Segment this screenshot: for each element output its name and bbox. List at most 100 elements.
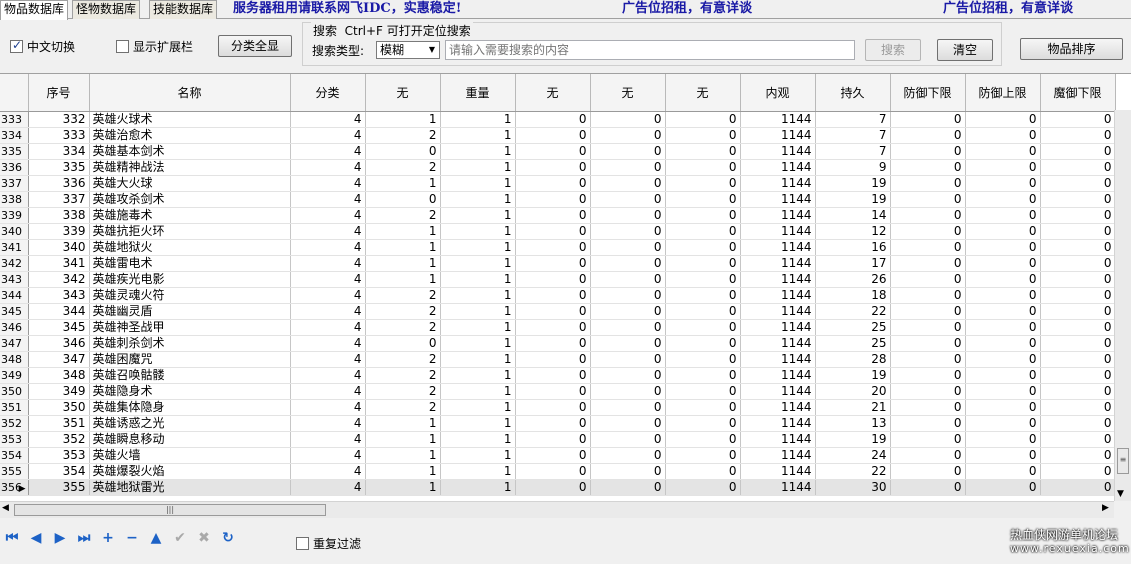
table-cell[interactable]: 0 <box>515 367 591 384</box>
table-cell[interactable]: 1 <box>440 447 516 464</box>
table-cell[interactable]: 1 <box>440 159 516 176</box>
table-cell[interactable]: 0 <box>665 111 741 128</box>
vertical-scrollbar[interactable]: ≡ ▼ <box>1114 110 1131 501</box>
table-cell[interactable]: 4 <box>290 191 366 208</box>
table-cell[interactable]: 4 <box>290 223 366 240</box>
row-indicator[interactable]: 353 <box>0 431 29 448</box>
cancel-icon[interactable]: ✖ <box>192 527 216 549</box>
table-cell[interactable]: 4 <box>290 303 366 320</box>
table-cell[interactable]: 0 <box>590 479 666 496</box>
table-cell[interactable]: 339 <box>28 223 90 240</box>
column-header[interactable]: 重量 <box>440 74 516 112</box>
table-cell[interactable]: 1 <box>440 143 516 160</box>
table-cell[interactable]: 347 <box>28 351 90 368</box>
table-cell[interactable]: 1144 <box>740 175 816 192</box>
table-cell[interactable]: 0 <box>890 191 966 208</box>
table-cell[interactable]: 24 <box>815 447 891 464</box>
table-cell[interactable]: 1 <box>365 479 441 496</box>
table-cell[interactable]: 0 <box>665 319 741 336</box>
table-cell[interactable]: 英雄施毒术 <box>89 207 291 224</box>
table-cell[interactable]: 1 <box>440 111 516 128</box>
table-cell[interactable]: 0 <box>965 383 1041 400</box>
next-icon[interactable]: ▶ <box>48 527 72 549</box>
table-row[interactable]: 337 336 英雄大火球 4 1 1 0 0 0 1144 19 0 0 0 <box>0 175 1116 192</box>
table-cell[interactable]: 14 <box>815 207 891 224</box>
table-cell[interactable]: 1 <box>440 287 516 304</box>
table-cell[interactable]: 0 <box>665 415 741 432</box>
table-cell[interactable]: 0 <box>590 287 666 304</box>
table-cell[interactable]: 0 <box>1040 351 1116 368</box>
table-row[interactable]: 355 354 英雄爆裂火焰 4 1 1 0 0 0 1144 22 0 0 0 <box>0 463 1116 480</box>
table-cell[interactable]: 2 <box>365 367 441 384</box>
table-cell[interactable]: 2 <box>365 399 441 416</box>
table-cell[interactable]: 0 <box>965 367 1041 384</box>
table-cell[interactable]: 1 <box>440 335 516 352</box>
table-cell[interactable]: 2 <box>365 127 441 144</box>
table-cell[interactable]: 2 <box>365 287 441 304</box>
table-cell[interactable]: 0 <box>1040 303 1116 320</box>
table-cell[interactable]: 30 <box>815 479 891 496</box>
table-cell[interactable]: 4 <box>290 447 366 464</box>
table-cell[interactable]: 1144 <box>740 223 816 240</box>
table-row[interactable]: 345 344 英雄幽灵盾 4 2 1 0 0 0 1144 22 0 0 0 <box>0 303 1116 320</box>
table-cell[interactable]: 0 <box>665 383 741 400</box>
table-cell[interactable]: 英雄集体隐身 <box>89 399 291 416</box>
table-cell[interactable]: 1 <box>365 271 441 288</box>
table-cell[interactable]: 0 <box>665 479 741 496</box>
table-cell[interactable]: 0 <box>590 223 666 240</box>
table-cell[interactable]: 0 <box>515 447 591 464</box>
row-indicator[interactable]: 352 <box>0 415 29 432</box>
table-row[interactable]: 353 352 英雄瞬息移动 4 1 1 0 0 0 1144 19 0 0 0 <box>0 431 1116 448</box>
table-cell[interactable]: 英雄瞬息移动 <box>89 431 291 448</box>
table-cell[interactable]: 英雄爆裂火焰 <box>89 463 291 480</box>
table-cell[interactable]: 1 <box>440 463 516 480</box>
table-cell[interactable]: 英雄困魔咒 <box>89 351 291 368</box>
table-cell[interactable]: 337 <box>28 191 90 208</box>
horizontal-scrollbar[interactable]: ◀ ||| ▶ <box>0 501 1114 518</box>
table-cell[interactable]: 0 <box>965 351 1041 368</box>
table-cell[interactable]: 0 <box>590 303 666 320</box>
table-row[interactable]: 349 348 英雄召唤骷髅 4 2 1 0 0 0 1144 19 0 0 0 <box>0 367 1116 384</box>
table-row[interactable]: 336 335 英雄精神战法 4 2 1 0 0 0 1144 9 0 0 0 <box>0 159 1116 176</box>
table-cell[interactable]: 4 <box>290 271 366 288</box>
scroll-down-arrow-icon[interactable]: ▼ <box>1117 489 1124 499</box>
table-cell[interactable]: 333 <box>28 127 90 144</box>
table-cell[interactable]: 0 <box>965 399 1041 416</box>
table-row[interactable]: 335 334 英雄基本剑术 4 0 1 0 0 0 1144 7 0 0 0 <box>0 143 1116 160</box>
table-cell[interactable]: 0 <box>665 255 741 272</box>
search-button[interactable]: 搜索 <box>865 39 921 61</box>
table-cell[interactable]: 0 <box>965 431 1041 448</box>
post-icon[interactable]: ✔ <box>168 527 192 549</box>
table-cell[interactable]: 0 <box>890 431 966 448</box>
table-cell[interactable]: 0 <box>365 335 441 352</box>
table-cell[interactable]: 1 <box>440 479 516 496</box>
category-all-button[interactable]: 分类全显 <box>218 35 292 57</box>
table-cell[interactable]: 英雄诱惑之光 <box>89 415 291 432</box>
table-cell[interactable]: 1 <box>440 351 516 368</box>
table-cell[interactable]: 0 <box>1040 287 1116 304</box>
table-cell[interactable]: 0 <box>665 223 741 240</box>
table-cell[interactable]: 0 <box>1040 415 1116 432</box>
table-cell[interactable]: 英雄刺杀剑术 <box>89 335 291 352</box>
table-cell[interactable]: 0 <box>1040 383 1116 400</box>
table-cell[interactable]: 1144 <box>740 447 816 464</box>
table-cell[interactable]: 1144 <box>740 303 816 320</box>
table-cell[interactable]: 1 <box>440 239 516 256</box>
table-cell[interactable]: 1144 <box>740 415 816 432</box>
table-cell[interactable]: 17 <box>815 255 891 272</box>
row-indicator[interactable]: 340 <box>0 223 29 240</box>
table-cell[interactable]: 1144 <box>740 383 816 400</box>
table-cell[interactable]: 13 <box>815 415 891 432</box>
table-cell[interactable]: 0 <box>890 415 966 432</box>
table-cell[interactable]: 4 <box>290 143 366 160</box>
table-cell[interactable]: 0 <box>965 207 1041 224</box>
table-cell[interactable]: 20 <box>815 383 891 400</box>
table-cell[interactable]: 19 <box>815 175 891 192</box>
table-cell[interactable]: 351 <box>28 415 90 432</box>
table-cell[interactable]: 英雄治愈术 <box>89 127 291 144</box>
items-grid[interactable]: 序号 名称 分类无重量无无无内观 持久 防御下限 防御上限 魔御下限 333 332 英雄火球术… <box>0 73 1131 501</box>
table-cell[interactable]: 0 <box>890 223 966 240</box>
table-cell[interactable]: 1 <box>440 127 516 144</box>
table-cell[interactable]: 1 <box>440 175 516 192</box>
table-cell[interactable]: 0 <box>1040 335 1116 352</box>
